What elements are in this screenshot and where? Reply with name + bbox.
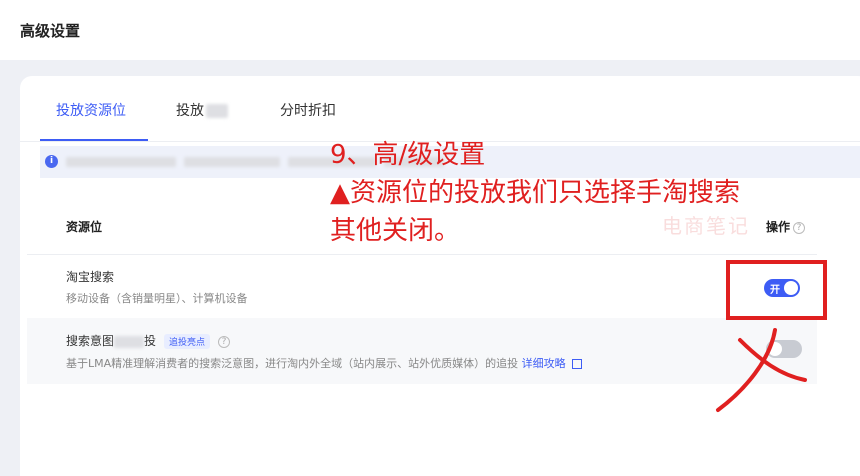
highlight-box [726, 260, 827, 320]
annotation-marks [716, 260, 827, 412]
cross-mark-stroke-2 [716, 328, 777, 412]
